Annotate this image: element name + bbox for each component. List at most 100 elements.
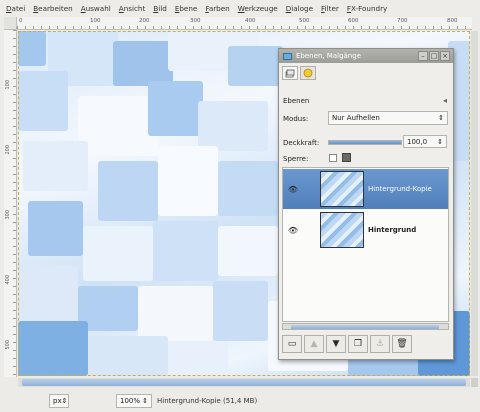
layers-section-label: Ebenen	[283, 97, 310, 105]
navigate-button[interactable]	[471, 378, 478, 387]
window-buttons: – □ ×	[418, 51, 450, 61]
mode-value: Nur Aufhellen	[332, 114, 380, 122]
canvas-tile	[28, 201, 83, 256]
delete-layer-icon[interactable]: 🗑	[392, 335, 412, 353]
dialog-tabs	[282, 66, 316, 80]
layer-list[interactable]: 👁 Hintergrund-Kopie 👁 Hintergrund	[282, 167, 449, 322]
maximize-icon[interactable]: □	[429, 51, 439, 61]
minimize-icon[interactable]: –	[418, 51, 428, 61]
ruler-tick: 100	[90, 18, 101, 24]
canvas-tile	[83, 226, 153, 281]
checkerboard-icon	[342, 153, 351, 162]
canvas-tile	[198, 101, 268, 151]
lower-layer-icon[interactable]: ▼	[326, 335, 346, 353]
ruler-tick: 400	[245, 18, 256, 24]
new-layer-icon[interactable]: ▭	[282, 335, 302, 353]
layer-list-scrollbar[interactable]	[282, 323, 449, 330]
ruler-tick: 700	[397, 18, 408, 24]
ruler-tick: 500	[299, 18, 310, 24]
zoom-value: 100%	[120, 397, 141, 405]
canvas-tile	[23, 141, 88, 191]
lock-alpha-checkbox[interactable]	[329, 154, 337, 162]
layers-tab-icon	[285, 69, 295, 77]
layer-name[interactable]: Hintergrund-Kopie	[368, 185, 432, 193]
ruler-tick: 100	[5, 80, 11, 90]
opacity-slider[interactable]	[328, 140, 402, 145]
dialog-app-icon	[283, 52, 292, 60]
canvas-tile	[218, 161, 278, 216]
ruler-tick: 0	[19, 18, 23, 24]
eye-icon[interactable]: 👁	[287, 185, 299, 194]
layers-dialog: Ebenen, Malgänge – □ × Ebenen ◂ Modus: N…	[278, 48, 454, 360]
canvas-tile	[148, 81, 203, 136]
star-brush-icon	[303, 68, 313, 78]
canvas-tile	[138, 286, 213, 341]
canvas-tile	[213, 281, 268, 341]
menu-bild[interactable]: Bild	[153, 4, 167, 13]
ruler-tick: 300	[5, 210, 11, 220]
ruler-tick: 500	[5, 340, 11, 350]
zoom-select[interactable]: 100% ⇕	[116, 394, 152, 408]
menu-fx-foundry[interactable]: FX-Foundry	[347, 4, 387, 13]
horizontal-scrollbar[interactable]	[18, 378, 470, 387]
opacity-spinbutton[interactable]: 100,0 ⇕	[403, 135, 447, 148]
canvas-tile	[18, 321, 88, 376]
lock-label: Sperre:	[283, 155, 309, 163]
canvas-tile	[218, 226, 278, 276]
raise-layer-icon[interactable]: ▲	[304, 335, 324, 353]
menu-werkzeuge[interactable]: Werkzeuge	[238, 4, 278, 13]
layer-row[interactable]: 👁 Hintergrund	[283, 210, 448, 250]
spin-arrows-icon[interactable]: ⇕	[437, 138, 443, 146]
canvas-tile	[153, 221, 218, 281]
layer-thumbnail	[320, 212, 364, 248]
canvas-tile	[78, 96, 158, 156]
menu-auswahl[interactable]: Auswahl	[81, 4, 111, 13]
canvas-tile	[18, 31, 46, 66]
ruler-tick: 300	[190, 18, 201, 24]
layer-thumbnail	[320, 171, 364, 207]
anchor-layer-icon[interactable]: ⚓	[370, 335, 390, 353]
unit-value: px	[53, 397, 62, 405]
vertical-scrollbar[interactable]	[471, 31, 478, 376]
tab-layers[interactable]	[282, 66, 298, 80]
menu-ansicht[interactable]: Ansicht	[119, 4, 146, 13]
ruler-tick: 800	[447, 18, 458, 24]
mode-select[interactable]: Nur Aufhellen ⇕	[328, 111, 448, 125]
chevron-updown-icon: ⇕	[142, 397, 148, 405]
tab-brushes[interactable]	[300, 66, 316, 80]
menu-bearbeiten[interactable]: Bearbeiten	[33, 4, 73, 13]
tab-menu-icon[interactable]: ◂	[443, 96, 447, 105]
dialog-title: Ebenen, Malgänge	[296, 52, 361, 60]
menubar: Datei Bearbeiten Auswahl Ansicht Bild Eb…	[0, 0, 480, 16]
ruler-tick: 200	[5, 145, 11, 155]
gimp-window: Datei Bearbeiten Auswahl Ansicht Bild Eb…	[0, 0, 480, 412]
dialog-titlebar[interactable]: Ebenen, Malgänge – □ ×	[279, 49, 453, 63]
canvas-tile	[18, 71, 68, 131]
layer-name[interactable]: Hintergrund	[368, 226, 416, 234]
horizontal-ruler[interactable]: 0 100 200 300 400 500 600 700 800	[17, 17, 472, 30]
menu-farben[interactable]: Farben	[205, 4, 229, 13]
scroll-thumb[interactable]	[22, 379, 466, 386]
close-icon[interactable]: ×	[440, 51, 450, 61]
ruler-tick: 200	[139, 18, 150, 24]
canvas-tile	[18, 266, 78, 321]
scroll-thumb[interactable]	[291, 325, 439, 329]
duplicate-layer-icon[interactable]: ❐	[348, 335, 368, 353]
eye-icon[interactable]: 👁	[287, 226, 299, 235]
canvas-tile	[98, 161, 158, 221]
chevron-updown-icon: ⇕	[61, 397, 68, 405]
vertical-ruler[interactable]: 100 200 300 400 500	[4, 30, 17, 377]
unit-select[interactable]: px ⇕	[49, 394, 69, 408]
menu-filter[interactable]: Filter	[321, 4, 339, 13]
mode-label: Modus:	[283, 115, 309, 123]
canvas-tile	[88, 336, 168, 376]
opacity-value: 100,0	[407, 137, 428, 146]
layer-row[interactable]: 👁 Hintergrund-Kopie	[283, 169, 448, 209]
ruler-tick: 400	[5, 275, 11, 285]
ruler-corner[interactable]	[4, 17, 17, 30]
opacity-fill	[329, 141, 401, 144]
menu-datei[interactable]: Datei	[6, 4, 25, 13]
canvas-tile	[158, 146, 218, 216]
menu-dialoge[interactable]: Dialoge	[286, 4, 313, 13]
menu-ebene[interactable]: Ebene	[175, 4, 198, 13]
